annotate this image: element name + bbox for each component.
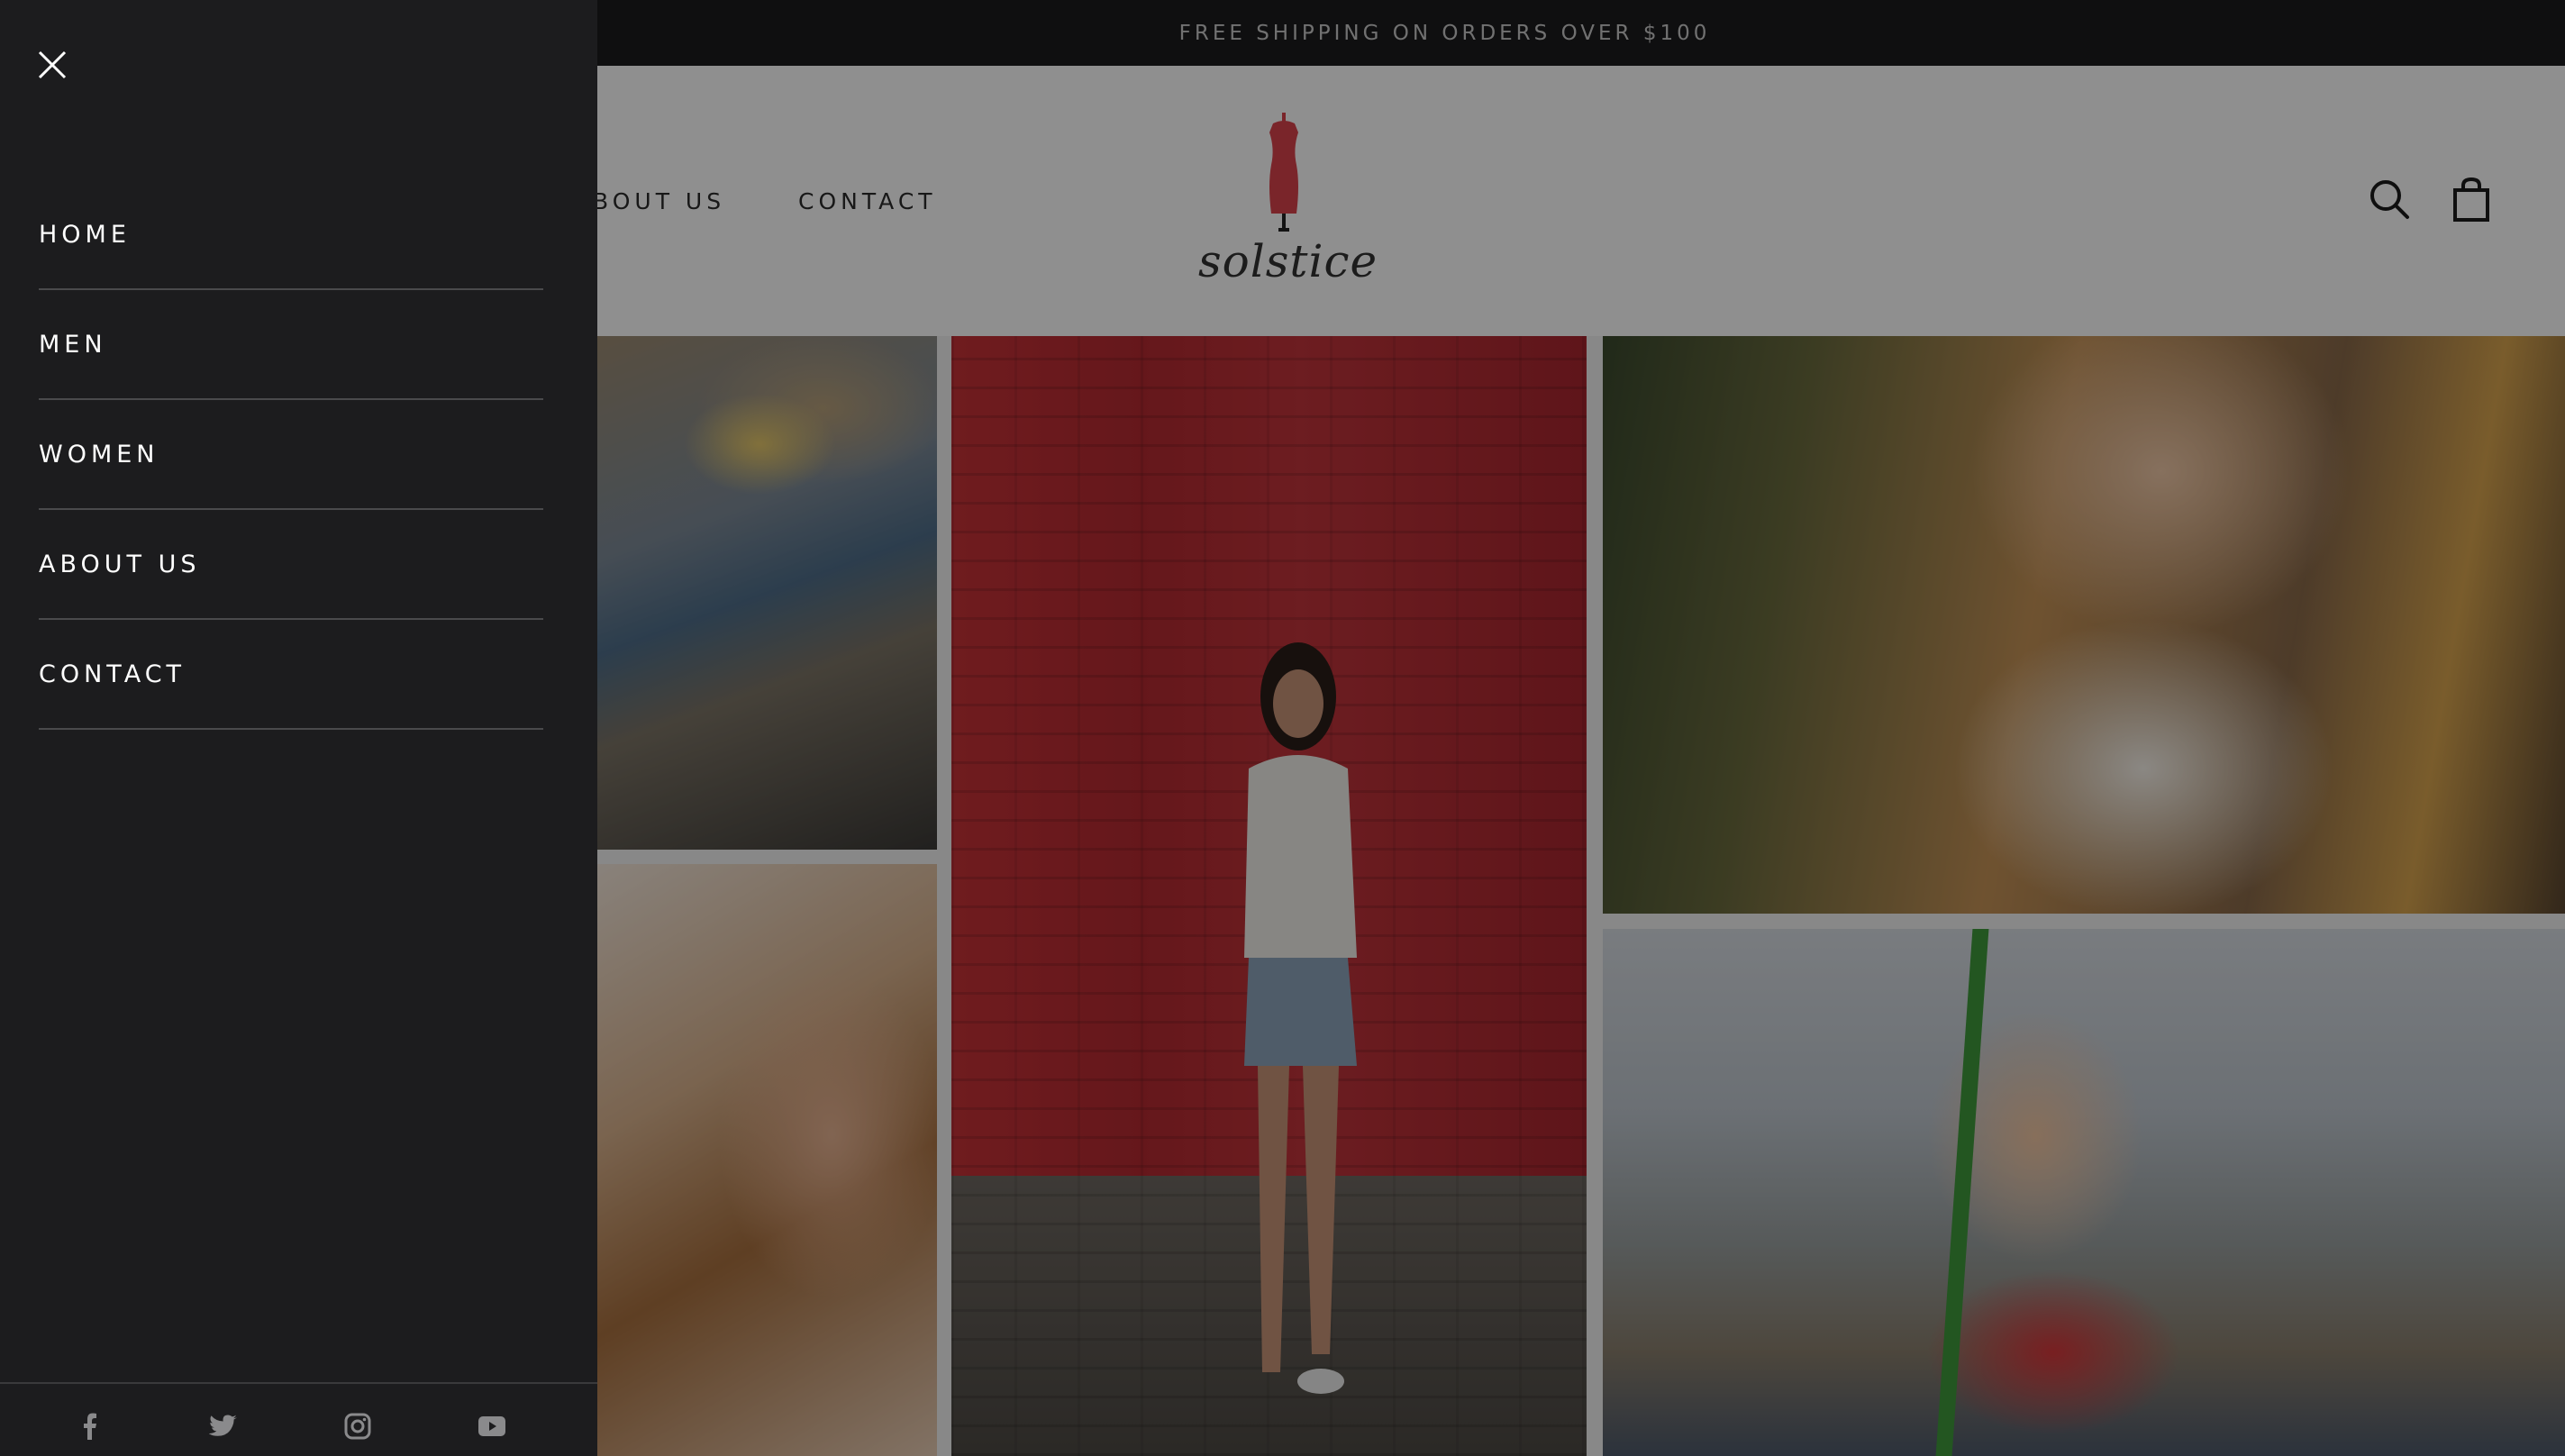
youtube-icon[interactable] <box>477 1411 507 1442</box>
navigation-drawer: HOME MEN WOMEN ABOUT US CONTACT <box>0 0 597 1456</box>
drawer-item-label: HOME <box>39 220 131 249</box>
drawer-menu: HOME MEN WOMEN ABOUT US CONTACT <box>39 180 543 730</box>
instagram-icon[interactable] <box>342 1411 373 1442</box>
page: FREE SHIPPING ON ORDERS OVER $100 BOUT U… <box>0 0 2565 1456</box>
twitter-icon[interactable] <box>208 1411 239 1442</box>
drawer-item-home[interactable]: HOME <box>39 180 543 290</box>
close-icon[interactable] <box>34 47 70 83</box>
drawer-item-label: ABOUT US <box>39 550 201 578</box>
drawer-item-men[interactable]: MEN <box>39 290 543 400</box>
facebook-icon[interactable] <box>74 1411 105 1442</box>
drawer-item-label: CONTACT <box>39 660 186 688</box>
drawer-item-about-us[interactable]: ABOUT US <box>39 510 543 620</box>
drawer-item-label: MEN <box>39 330 107 359</box>
drawer-item-label: WOMEN <box>39 440 159 469</box>
drawer-item-women[interactable]: WOMEN <box>39 400 543 510</box>
drawer-item-contact[interactable]: CONTACT <box>39 620 543 730</box>
